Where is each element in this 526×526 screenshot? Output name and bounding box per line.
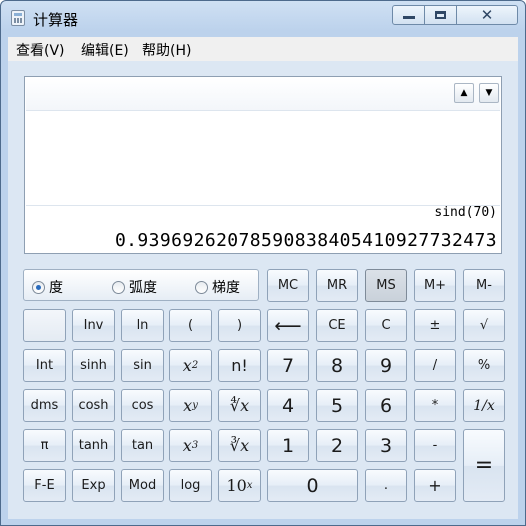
yroot-button[interactable]: ∜x xyxy=(218,389,261,422)
cube-root-button[interactable]: ∛x xyxy=(218,429,261,462)
calculator-panel: ▲ ▼ sind(70) 0.9396926207859083840541092… xyxy=(8,61,518,519)
clear-entry-button[interactable]: CE xyxy=(316,309,358,342)
history-area: ▲ ▼ xyxy=(26,78,500,111)
cube-exponent: 3 xyxy=(191,440,199,451)
square-button[interactable]: x2 xyxy=(169,349,212,382)
cosh-button[interactable]: cosh xyxy=(72,389,115,422)
cube-button[interactable]: x3 xyxy=(169,429,212,462)
digit-1-button[interactable]: 1 xyxy=(267,429,309,462)
menu-bar: 查看(V) 编辑(E) 帮助(H) xyxy=(8,37,518,62)
sinh-button[interactable]: sinh xyxy=(72,349,115,382)
cos-button[interactable]: cos xyxy=(121,389,164,422)
digit-9-button[interactable]: 9 xyxy=(365,349,407,382)
sin-button[interactable]: sin xyxy=(121,349,164,382)
calculator-window: 计算器 ✕ 查看(V) 编辑(E) 帮助(H) ▲ ▼ sind(70) 0.9… xyxy=(0,0,526,526)
close-button[interactable]: ✕ xyxy=(456,5,518,25)
mod-button[interactable]: Mod xyxy=(121,469,164,502)
tan-button[interactable]: tan xyxy=(121,429,164,462)
window-title: 计算器 xyxy=(33,11,79,29)
blank-button xyxy=(23,309,66,342)
digit-5-button[interactable]: 5 xyxy=(316,389,358,422)
ten-power-base: 10 xyxy=(226,476,247,495)
radio-radians-label: 弧度 xyxy=(129,280,157,296)
ln-button[interactable]: ln xyxy=(121,309,164,342)
tanh-button[interactable]: tanh xyxy=(72,429,115,462)
close-icon: ✕ xyxy=(480,6,494,24)
backspace-button[interactable]: ⟵ xyxy=(267,309,309,342)
sqrt-button[interactable]: √ xyxy=(463,309,505,342)
radio-gradians-label: 梯度 xyxy=(212,280,240,296)
power-exponent: y xyxy=(192,400,198,411)
radio-selected-icon xyxy=(32,281,45,294)
square-exponent: 2 xyxy=(191,360,199,371)
memory-recall-button[interactable]: MR xyxy=(316,269,358,302)
history-up-button[interactable]: ▲ xyxy=(454,83,474,103)
radio-degrees-label: 度 xyxy=(49,280,63,296)
ten-power-button[interactable]: 10 x xyxy=(218,469,261,502)
subtract-button[interactable]: - xyxy=(414,429,456,462)
calculator-app-icon xyxy=(11,10,25,26)
menu-view[interactable]: 查看(V) xyxy=(16,40,65,60)
memory-add-button[interactable]: M+ xyxy=(414,269,456,302)
exp-button[interactable]: Exp xyxy=(72,469,115,502)
power-button[interactable]: xy xyxy=(169,389,212,422)
cube-base: x xyxy=(182,436,192,455)
radio-degrees[interactable]: 度 xyxy=(32,277,63,297)
maximize-icon xyxy=(435,11,446,19)
ten-power-exponent: x xyxy=(246,480,253,491)
multiply-button[interactable]: * xyxy=(414,389,456,422)
expression-text: sind(70) xyxy=(434,205,497,220)
equals-button[interactable]: = xyxy=(463,429,505,502)
radio-unselected-icon xyxy=(195,281,208,294)
memory-clear-button[interactable]: MC xyxy=(267,269,309,302)
menu-help[interactable]: 帮助(H) xyxy=(142,40,191,60)
radio-radians[interactable]: 弧度 xyxy=(112,277,157,297)
minimize-icon xyxy=(402,16,415,19)
digit-2-button[interactable]: 2 xyxy=(316,429,358,462)
digit-6-button[interactable]: 6 xyxy=(365,389,407,422)
digit-3-button[interactable]: 3 xyxy=(365,429,407,462)
divide-button[interactable]: / xyxy=(414,349,456,382)
reciprocal-button[interactable]: 1/x xyxy=(463,389,505,422)
radio-unselected-icon xyxy=(112,281,125,294)
left-paren-button[interactable]: ( xyxy=(169,309,212,342)
display-area: ▲ ▼ sind(70) 0.9396926207859083840541092… xyxy=(24,76,502,254)
memory-store-button[interactable]: MS xyxy=(365,269,407,302)
log-button[interactable]: log xyxy=(169,469,212,502)
memory-subtract-button[interactable]: M- xyxy=(463,269,505,302)
digit-7-button[interactable]: 7 xyxy=(267,349,309,382)
display-divider xyxy=(26,205,500,206)
digit-4-button[interactable]: 4 xyxy=(267,389,309,422)
history-down-button[interactable]: ▼ xyxy=(479,83,499,103)
radio-gradians[interactable]: 梯度 xyxy=(195,277,240,297)
square-base: x xyxy=(182,356,192,375)
right-paren-button[interactable]: ) xyxy=(218,309,261,342)
pi-button[interactable]: π xyxy=(23,429,66,462)
factorial-button[interactable]: n! xyxy=(218,349,261,382)
triangle-down-icon: ▼ xyxy=(485,88,493,98)
plus-minus-button[interactable]: ± xyxy=(414,309,456,342)
digit-8-button[interactable]: 8 xyxy=(316,349,358,382)
power-base: x xyxy=(183,396,193,415)
decimal-button[interactable]: . xyxy=(365,469,407,502)
inv-button[interactable]: Inv xyxy=(72,309,115,342)
fe-button[interactable]: F-E xyxy=(23,469,66,502)
result-text: 0.93969262078590838405410927732473 xyxy=(114,230,497,251)
maximize-button[interactable] xyxy=(424,5,457,25)
add-button[interactable]: + xyxy=(414,469,456,502)
angle-mode-group: 度 弧度 梯度 xyxy=(23,269,259,301)
int-button[interactable]: Int xyxy=(23,349,66,382)
backspace-arrow-icon: ⟵ xyxy=(274,314,302,337)
triangle-up-icon: ▲ xyxy=(460,88,468,98)
digit-0-button[interactable]: 0 xyxy=(267,469,358,502)
title-bar[interactable]: 计算器 ✕ xyxy=(1,1,525,35)
percent-button[interactable]: % xyxy=(463,349,505,382)
dms-button[interactable]: dms xyxy=(23,389,66,422)
minimize-button[interactable] xyxy=(392,5,425,25)
menu-edit[interactable]: 编辑(E) xyxy=(81,40,129,60)
clear-button[interactable]: C xyxy=(365,309,407,342)
